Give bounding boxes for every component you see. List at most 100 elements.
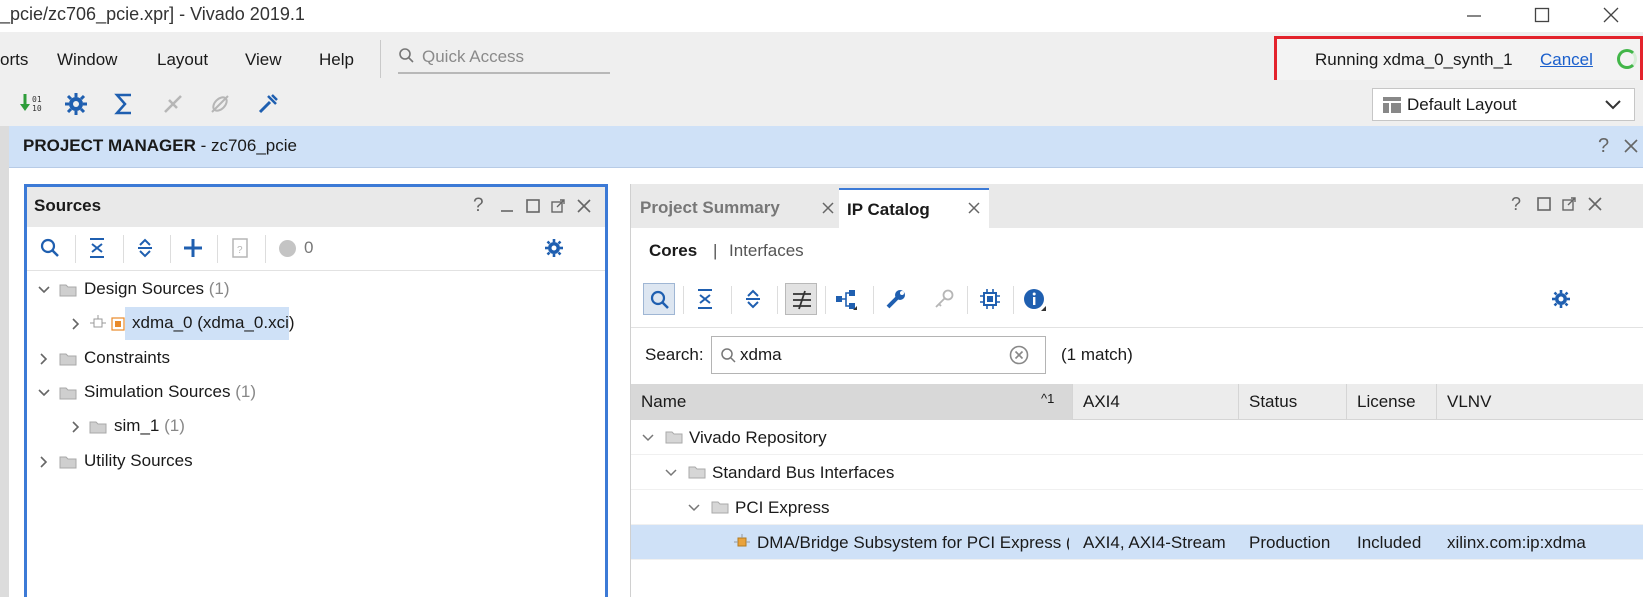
sigma-icon xyxy=(114,93,131,115)
table-row[interactable]: Vivado Repository xyxy=(631,420,1643,455)
table-row[interactable]: Standard Bus Interfaces xyxy=(631,455,1643,490)
expand-all-icon[interactable] xyxy=(743,288,763,310)
help-icon[interactable]: ? xyxy=(473,195,484,217)
chevron-right-icon[interactable] xyxy=(37,455,51,469)
close-tab-icon[interactable] xyxy=(968,202,980,214)
ip-catalog-search-bar: Search: xdma (1 match) xyxy=(631,328,1643,384)
svg-text:10: 10 xyxy=(32,104,42,113)
key-icon[interactable] xyxy=(933,288,955,310)
disabled-tool-2[interactable] xyxy=(206,90,234,118)
row-license: Included xyxy=(1357,533,1422,552)
project-manager-title-bold: PROJECT MANAGER xyxy=(23,136,196,155)
program-device-button[interactable]: 01 10 xyxy=(18,90,46,118)
help-icon[interactable]: ? xyxy=(1511,194,1521,215)
chevron-down-icon[interactable] xyxy=(37,283,51,297)
expand-all-icon[interactable] xyxy=(135,237,155,259)
menu-view[interactable]: View xyxy=(245,50,282,70)
menu-reports[interactable]: orts xyxy=(0,50,28,70)
search-icon[interactable] xyxy=(39,237,61,259)
info-icon[interactable] xyxy=(1023,288,1047,312)
minimize-icon[interactable] xyxy=(500,199,514,213)
close-icon[interactable] xyxy=(1588,197,1602,211)
chevron-right-icon[interactable] xyxy=(37,352,51,366)
project-manager-title-project: - zc706_pcie xyxy=(195,136,297,155)
folder-icon xyxy=(59,283,77,297)
collapse-all-icon[interactable] xyxy=(695,288,715,310)
menu-layout[interactable]: Layout xyxy=(157,50,208,70)
minimize-button[interactable] xyxy=(1454,2,1494,28)
clear-search-icon[interactable] xyxy=(1009,345,1029,365)
svg-text:01: 01 xyxy=(32,95,42,104)
wrench-icon[interactable] xyxy=(885,288,907,310)
cancel-run-link[interactable]: Cancel xyxy=(1540,50,1593,70)
hierarchy-icon[interactable] xyxy=(835,288,859,312)
maximize-button[interactable] xyxy=(1522,2,1562,28)
tab-project-summary[interactable]: Project Summary xyxy=(632,188,836,228)
row-status: Production xyxy=(1249,533,1331,552)
gear-icon[interactable] xyxy=(544,238,564,258)
tree-count: (1) xyxy=(208,279,230,298)
tree-count: (1) xyxy=(164,416,185,435)
layout-dropdown[interactable]: Default Layout xyxy=(1372,88,1635,121)
chevron-down-icon[interactable] xyxy=(664,466,678,480)
column-header-status[interactable]: Status xyxy=(1239,384,1347,420)
ip-status-icon xyxy=(111,317,125,331)
quick-access-placeholder: Quick Access xyxy=(422,47,525,66)
column-header-axi4[interactable]: AXI4 xyxy=(1073,384,1239,420)
subtab-cores[interactable]: Cores xyxy=(649,241,697,261)
table-row[interactable]: PCI Express xyxy=(631,490,1643,525)
subtab-interfaces[interactable]: Interfaces xyxy=(729,241,804,261)
search-icon xyxy=(720,347,738,365)
chevron-down-icon[interactable] xyxy=(37,386,51,400)
float-window-icon[interactable] xyxy=(551,199,565,213)
tree-label: Constraints xyxy=(84,348,170,367)
search-toggle-button[interactable] xyxy=(643,283,675,315)
chevron-right-icon[interactable] xyxy=(69,420,83,434)
toolbar-separator xyxy=(265,235,266,263)
add-source-icon[interactable] xyxy=(182,237,204,259)
gear-icon[interactable] xyxy=(1551,289,1571,309)
row-name: Vivado Repository xyxy=(689,428,827,447)
settings-button[interactable] xyxy=(62,90,90,118)
menu-help[interactable]: Help xyxy=(319,50,354,70)
close-window-button[interactable] xyxy=(1591,2,1631,28)
disabled-tool-1[interactable] xyxy=(159,90,187,118)
help-icon[interactable]: ? xyxy=(1598,135,1609,158)
close-icon[interactable] xyxy=(577,199,591,213)
tab-ip-catalog[interactable]: IP Catalog xyxy=(839,188,989,228)
close-tab-icon[interactable] xyxy=(822,202,834,214)
maximize-icon[interactable] xyxy=(526,199,540,213)
toolbar-separator xyxy=(123,235,124,263)
chevron-down-icon[interactable] xyxy=(687,501,701,515)
chevron-down-icon xyxy=(1605,99,1621,111)
chevron-down-icon[interactable] xyxy=(641,431,655,445)
tree-label: Design Sources xyxy=(84,279,205,298)
quick-access-input[interactable]: Quick Access xyxy=(398,44,610,74)
chevron-right-icon[interactable] xyxy=(69,317,83,331)
tab-label: Project Summary xyxy=(640,198,780,217)
sort-ascending-indicator: ^1 xyxy=(1041,391,1055,406)
folder-icon xyxy=(688,465,706,479)
properties-icon[interactable]: ? xyxy=(231,237,249,259)
debug-tool-button[interactable] xyxy=(254,90,282,118)
column-header-vlnv[interactable]: VLNV xyxy=(1437,384,1643,420)
menu-window[interactable]: Window xyxy=(57,50,117,70)
debug-probe-icon xyxy=(258,94,278,114)
collapse-all-icon[interactable] xyxy=(87,237,107,259)
close-icon[interactable] xyxy=(1623,138,1639,154)
float-window-icon[interactable] xyxy=(1562,197,1576,211)
column-header-license[interactable]: License xyxy=(1347,384,1437,420)
table-row-selected[interactable]: DMA/Bridge Subsystem for PCI Express ( A… xyxy=(631,525,1643,560)
warning-count-icon xyxy=(279,240,296,257)
running-status-text: Running xdma_0_synth_1 xyxy=(1315,50,1513,69)
ip-search-input[interactable]: xdma xyxy=(711,336,1046,374)
chip-icon[interactable] xyxy=(979,288,1001,310)
report-button[interactable] xyxy=(110,90,138,118)
maximize-icon[interactable] xyxy=(1537,197,1551,211)
maximize-icon xyxy=(1534,7,1550,23)
match-count: (1 match) xyxy=(1061,345,1133,364)
column-header-name[interactable]: Name ^1 xyxy=(631,384,1073,420)
folder-icon xyxy=(59,386,77,400)
group-by-button[interactable] xyxy=(785,283,817,315)
spinner-icon xyxy=(1617,49,1637,69)
